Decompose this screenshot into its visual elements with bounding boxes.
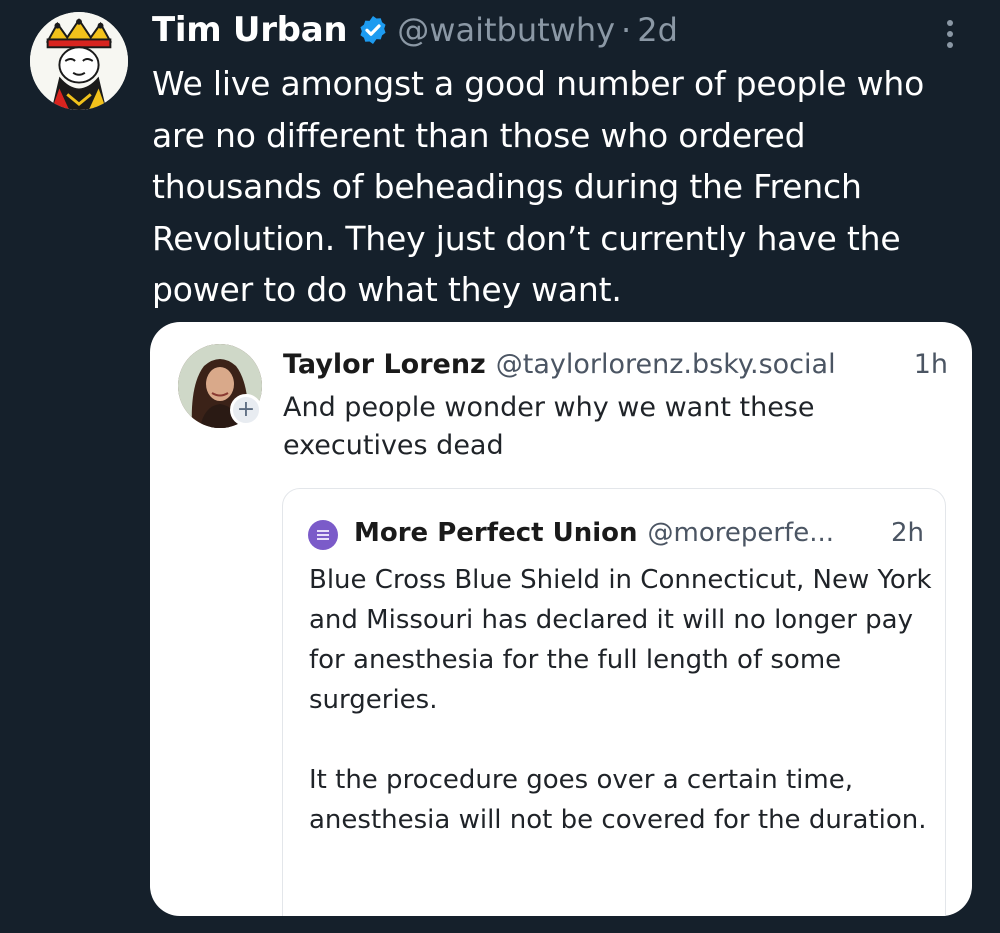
quoted-author-name[interactable]: Taylor Lorenz — [283, 349, 486, 380]
author-name[interactable]: Tim Urban — [152, 10, 348, 50]
nested-post-timestamp: 2h — [890, 518, 924, 548]
quoted-post-header: Taylor Lorenz @taylorlorenz.bsky.social … — [283, 342, 948, 386]
nested-post-header: More Perfect Union @moreperfe... 2h — [354, 513, 924, 553]
nested-author-name[interactable]: More Perfect Union — [354, 518, 638, 548]
quoted-post-body: And people wonder why we want these exec… — [283, 392, 815, 461]
tweet-body: We live amongst a good number of people … — [152, 64, 925, 309]
more-vertical-icon[interactable] — [938, 16, 962, 52]
tweet-header: Tim Urban @waitbutwhy · 2d — [152, 4, 678, 56]
quoted-post-timestamp: 1h — [913, 348, 948, 380]
verified-badge-icon — [357, 14, 389, 46]
king-of-spades-icon — [30, 12, 128, 110]
quoted-author-handle[interactable]: @taylorlorenz.bsky.social — [496, 349, 836, 380]
nested-quoted-post-card[interactable]: More Perfect Union @moreperfe... 2h Blue… — [282, 488, 946, 916]
nested-author-handle[interactable]: @moreperfe... — [648, 518, 834, 548]
author-handle[interactable]: @waitbutwhy — [397, 11, 615, 49]
nested-post-body: Blue Cross Blue Shield in Connecticut, N… — [309, 560, 939, 840]
quoted-post-card[interactable]: + Taylor Lorenz @taylorlorenz.bsky.socia… — [150, 322, 972, 916]
nested-post-paragraph: Blue Cross Blue Shield in Connecticut, N… — [309, 565, 932, 715]
author-avatar[interactable] — [30, 12, 128, 110]
tweet[interactable]: Tim Urban @waitbutwhy · 2d We live among… — [0, 0, 1000, 933]
meta-separator: · — [621, 11, 632, 49]
follow-plus-button[interactable]: + — [230, 394, 262, 426]
nested-author-avatar[interactable] — [308, 520, 338, 550]
nested-post-paragraph: It the procedure goes over a certain tim… — [309, 765, 927, 835]
tweet-timestamp[interactable]: 2d — [637, 11, 678, 49]
